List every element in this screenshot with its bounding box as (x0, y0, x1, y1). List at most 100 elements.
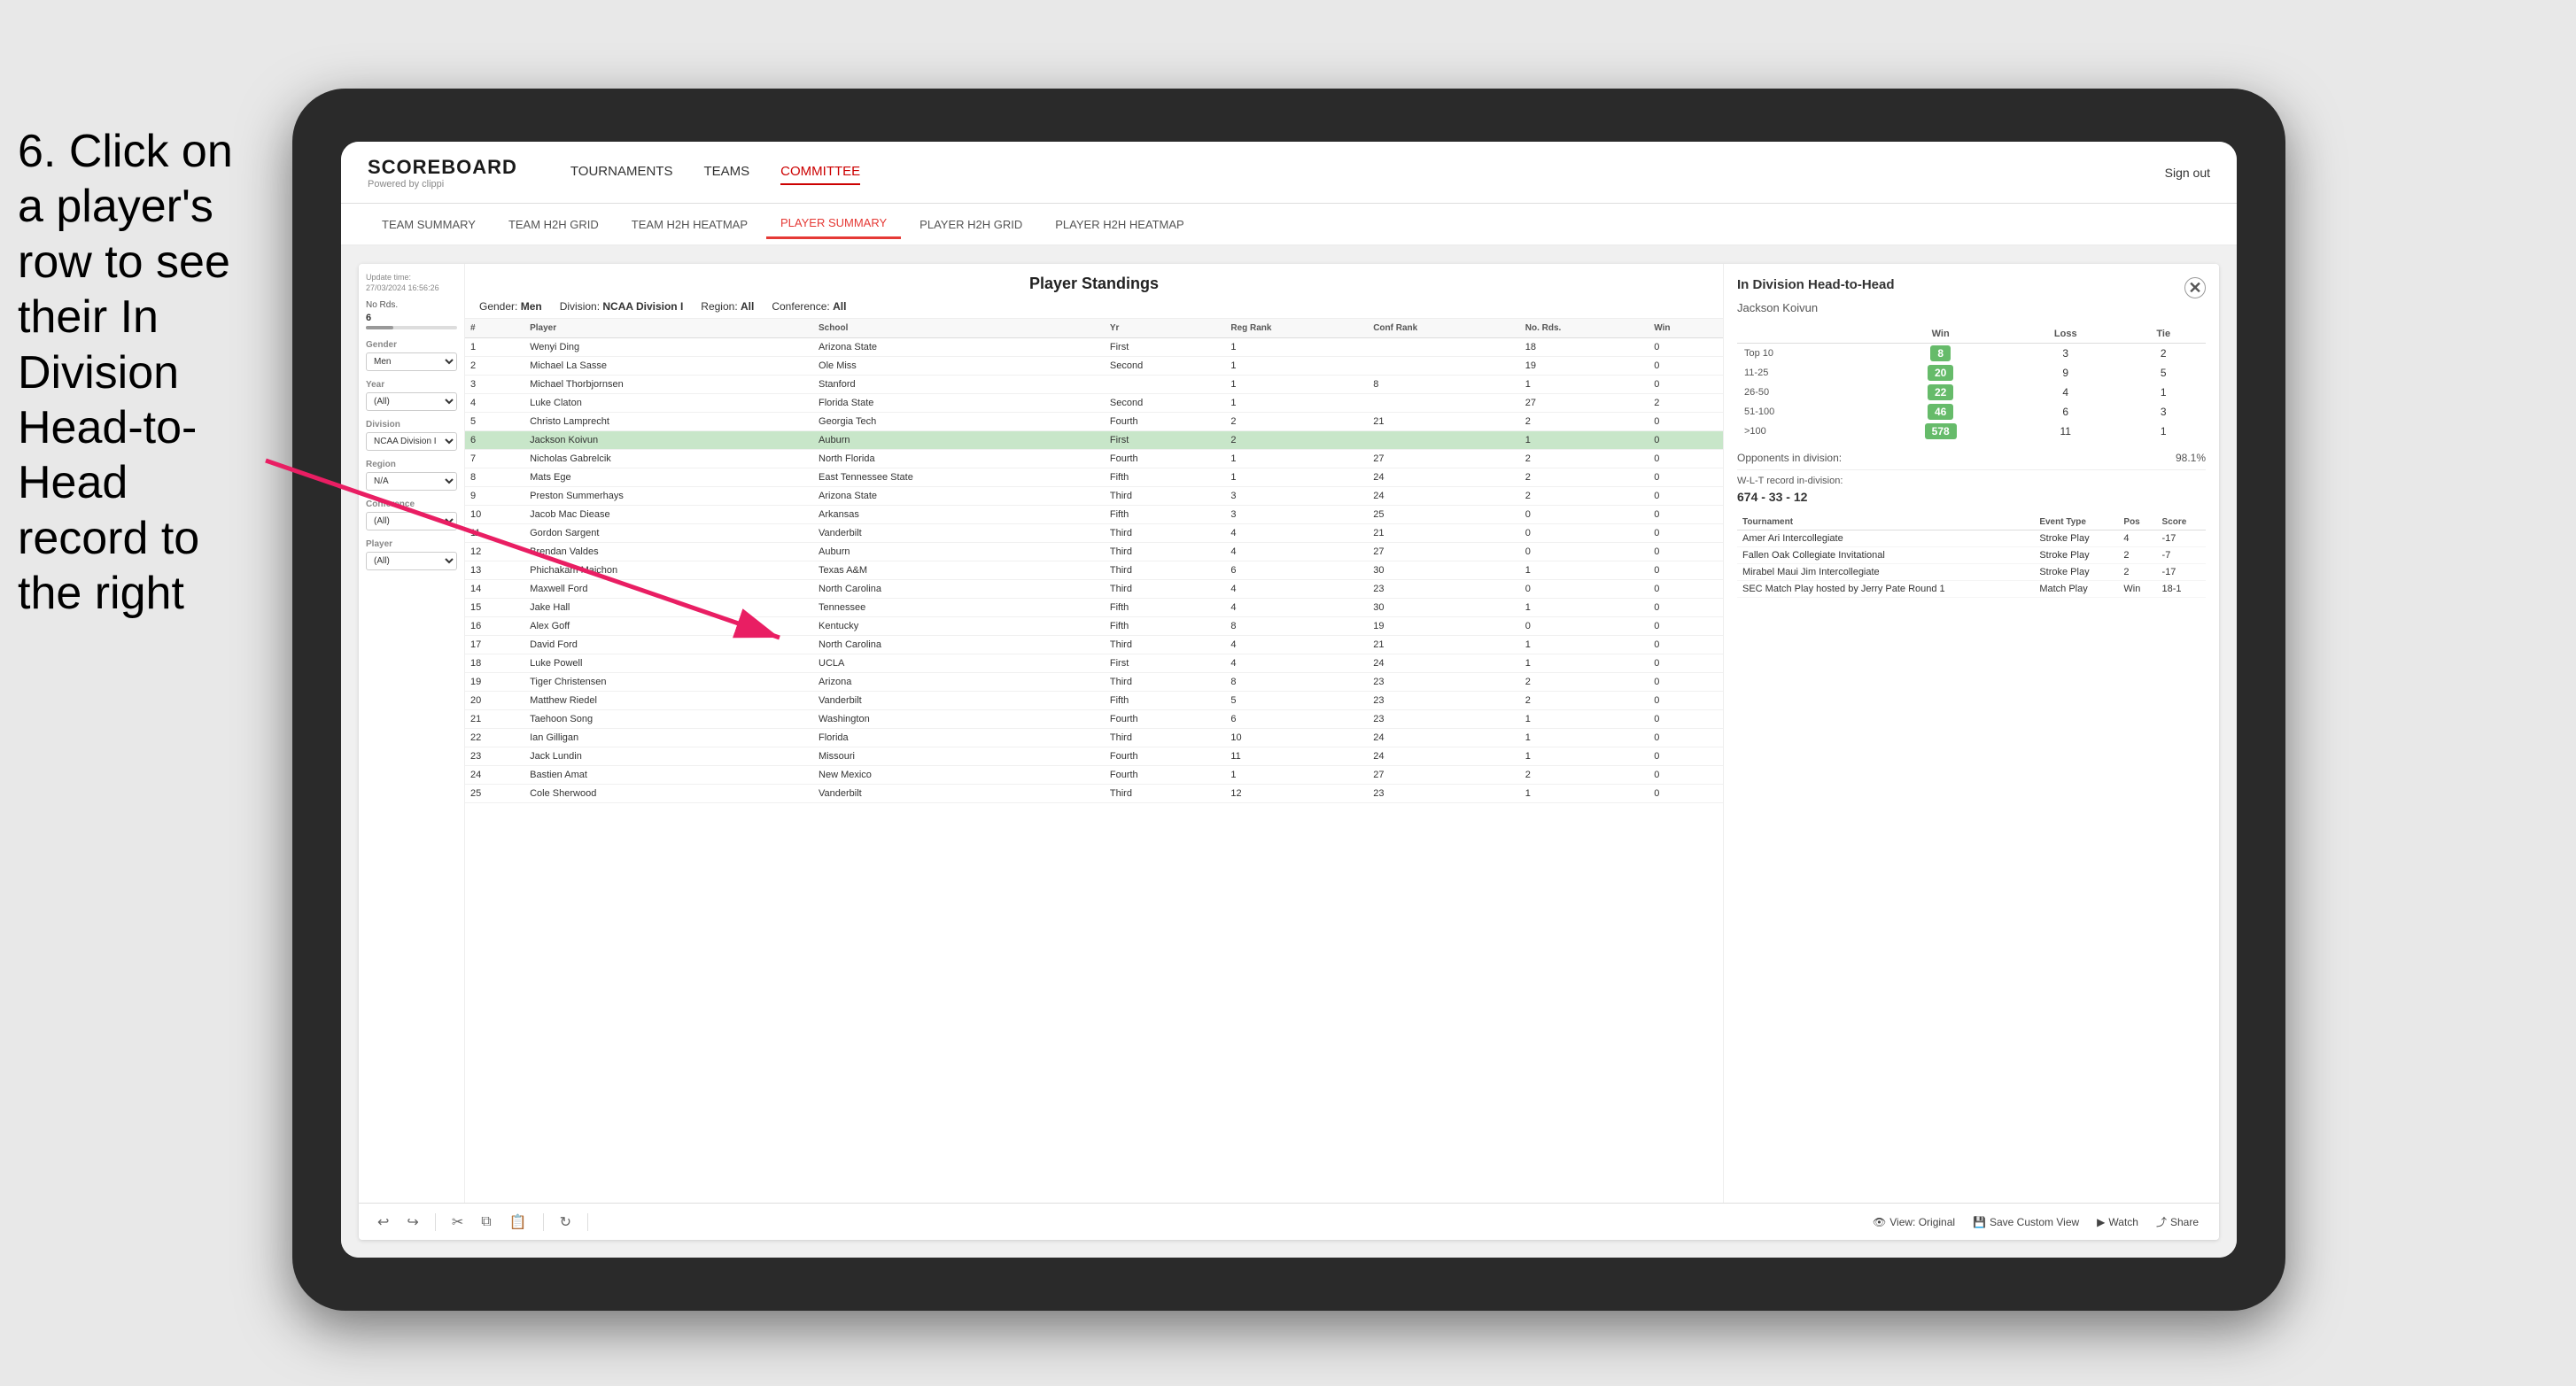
table-row[interactable]: 18 Luke Powell UCLA First 4 24 1 0 (465, 654, 1723, 673)
sub-nav-team-summary[interactable]: TEAM SUMMARY (368, 211, 490, 238)
cell-yr: Third (1105, 487, 1225, 506)
cell-no-rds: 0 (1520, 580, 1649, 599)
sub-nav-player-summary[interactable]: PLAYER SUMMARY (766, 209, 901, 239)
cell-win: 0 (1649, 413, 1723, 431)
sub-nav-player-h2h-grid[interactable]: PLAYER H2H GRID (905, 211, 1036, 238)
cell-win: 0 (1649, 468, 1723, 487)
cell-school: Florida State (813, 394, 1105, 413)
cell-reg-rank: 11 (1225, 747, 1368, 766)
tournament-row: Mirabel Maui Jim Intercollegiate Stroke … (1737, 564, 2206, 581)
col-conf-rank: Conf Rank (1368, 319, 1520, 338)
cell-yr: Fifth (1105, 599, 1225, 617)
table-row[interactable]: 24 Bastien Amat New Mexico Fourth 1 27 2… (465, 766, 1723, 785)
h2h-row: Top 10 8 3 2 (1737, 344, 2206, 364)
col-yr: Yr (1105, 319, 1225, 338)
nav-links: TOURNAMENTS TEAMS COMMITTEE (570, 159, 860, 185)
table-row[interactable]: 19 Tiger Christensen Arizona Third 8 23 … (465, 673, 1723, 692)
scissors-button[interactable]: ✂ (446, 1210, 469, 1235)
tourn-cell-name: SEC Match Play hosted by Jerry Pate Roun… (1737, 581, 2034, 598)
cell-reg-rank: 4 (1225, 599, 1368, 617)
year-select[interactable]: (All) (366, 392, 457, 411)
paste-button[interactable]: 📋 (504, 1210, 532, 1235)
table-row[interactable]: 6 Jackson Koivun Auburn First 2 1 0 (465, 431, 1723, 450)
tourn-cell-score: -17 (2157, 530, 2206, 547)
table-row[interactable]: 16 Alex Goff Kentucky Fifth 8 19 0 0 (465, 617, 1723, 636)
division-select[interactable]: NCAA Division I (366, 432, 457, 451)
tablet-device: SCOREBOARD Powered by clippi TOURNAMENTS… (292, 89, 2285, 1311)
player-select[interactable]: (All) (366, 552, 457, 570)
table-row[interactable]: 15 Jake Hall Tennessee Fifth 4 30 1 0 (465, 599, 1723, 617)
h2h-close-button[interactable]: ✕ (2184, 277, 2206, 298)
table-row[interactable]: 23 Jack Lundin Missouri Fourth 11 24 1 0 (465, 747, 1723, 766)
region-select[interactable]: N/A (366, 472, 457, 491)
cell-player: Jack Lundin (524, 747, 813, 766)
col-num: # (465, 319, 524, 338)
h2h-title: In Division Head-to-Head (1737, 277, 1895, 292)
sub-nav-player-h2h-heatmap[interactable]: PLAYER H2H HEATMAP (1041, 211, 1198, 238)
opponents-row: Opponents in division: 98.1% (1737, 452, 2206, 470)
h2h-col-loss: Loss (2010, 325, 2122, 344)
table-row[interactable]: 12 Brendan Valdes Auburn Third 4 27 0 0 (465, 543, 1723, 561)
no-rds-slider[interactable] (366, 326, 457, 329)
table-row[interactable]: 3 Michael Thorbjornsen Stanford 1 8 1 0 (465, 376, 1723, 394)
undo-button[interactable]: ↩ (372, 1210, 394, 1235)
no-rds-value: 6 (366, 313, 457, 323)
table-row[interactable]: 8 Mats Ege East Tennessee State Fifth 1 … (465, 468, 1723, 487)
view-original-button[interactable]: 👁 View: Original (1866, 1211, 1962, 1233)
h2h-cell-tie: 2 (2122, 344, 2206, 364)
cell-school: Auburn (813, 431, 1105, 450)
table-row[interactable]: 22 Ian Gilligan Florida Third 10 24 1 0 (465, 729, 1723, 747)
table-row[interactable]: 7 Nicholas Gabrelcik North Florida Fourt… (465, 450, 1723, 468)
redo-button[interactable]: ↪ (401, 1210, 423, 1235)
refresh-button[interactable]: ↻ (555, 1210, 577, 1235)
cell-no-rds: 1 (1520, 599, 1649, 617)
gender-filter: Gender Men (366, 340, 457, 371)
save-custom-button[interactable]: 💾 Save Custom View (1966, 1211, 2086, 1233)
table-row[interactable]: 17 David Ford North Carolina Third 4 21 … (465, 636, 1723, 654)
cell-reg-rank: 1 (1225, 338, 1368, 357)
conference-select[interactable]: (All) (366, 512, 457, 530)
table-row[interactable]: 1 Wenyi Ding Arizona State First 1 18 0 (465, 338, 1723, 357)
cell-conf-rank: 24 (1368, 487, 1520, 506)
cell-conf-rank: 27 (1368, 450, 1520, 468)
table-row[interactable]: 4 Luke Claton Florida State Second 1 27 … (465, 394, 1723, 413)
watch-button[interactable]: ▶ Watch (2090, 1211, 2145, 1233)
cell-no-rds: 1 (1520, 561, 1649, 580)
table-row[interactable]: 11 Gordon Sargent Vanderbilt Third 4 21 … (465, 524, 1723, 543)
cell-yr: Fourth (1105, 747, 1225, 766)
sign-out-button[interactable]: Sign out (2165, 166, 2210, 180)
table-row[interactable]: 20 Matthew Riedel Vanderbilt Fifth 5 23 … (465, 692, 1723, 710)
tournament-row: Fallen Oak Collegiate Invitational Strok… (1737, 547, 2206, 564)
table-row[interactable]: 13 Phichakam Maichon Texas A&M Third 6 3… (465, 561, 1723, 580)
h2h-cell-loss: 3 (2010, 344, 2122, 364)
copy-button[interactable]: ⧉ (476, 1211, 496, 1234)
col-no-rds: No. Rds. (1520, 319, 1649, 338)
tourn-cell-pos: 2 (2118, 547, 2156, 564)
nav-tournaments[interactable]: TOURNAMENTS (570, 159, 673, 185)
cell-reg-rank: 4 (1225, 580, 1368, 599)
h2h-cell-tie: 5 (2122, 363, 2206, 383)
sub-nav-team-h2h-heatmap[interactable]: TEAM H2H HEATMAP (617, 211, 762, 238)
table-row[interactable]: 21 Taehoon Song Washington Fourth 6 23 1… (465, 710, 1723, 729)
table-row[interactable]: 5 Christo Lamprecht Georgia Tech Fourth … (465, 413, 1723, 431)
cell-no-rds: 27 (1520, 394, 1649, 413)
cell-reg-rank: 8 (1225, 673, 1368, 692)
table-row[interactable]: 25 Cole Sherwood Vanderbilt Third 12 23 … (465, 785, 1723, 803)
table-container: # Player School Yr Reg Rank Conf Rank No… (465, 319, 1723, 1203)
h2h-cell-rank: >100 (1737, 422, 1871, 441)
share-button[interactable]: ⤴ Share (2149, 1211, 2206, 1233)
nav-committee[interactable]: COMMITTEE (780, 159, 860, 185)
table-row[interactable]: 10 Jacob Mac Diease Arkansas Fifth 3 25 … (465, 506, 1723, 524)
cell-num: 9 (465, 487, 524, 506)
nav-teams[interactable]: TEAMS (703, 159, 749, 185)
cell-yr: Fifth (1105, 617, 1225, 636)
conference-filter-label: Conference: All (772, 300, 846, 313)
gender-select[interactable]: Men (366, 352, 457, 371)
cell-num: 22 (465, 729, 524, 747)
table-row[interactable]: 14 Maxwell Ford North Carolina Third 4 2… (465, 580, 1723, 599)
cell-player: Cole Sherwood (524, 785, 813, 803)
table-row[interactable]: 2 Michael La Sasse Ole Miss Second 1 19 … (465, 357, 1723, 376)
division-filter-label: Division: NCAA Division I (560, 300, 684, 313)
table-row[interactable]: 9 Preston Summerhays Arizona State Third… (465, 487, 1723, 506)
sub-nav-team-h2h-grid[interactable]: TEAM H2H GRID (494, 211, 613, 238)
